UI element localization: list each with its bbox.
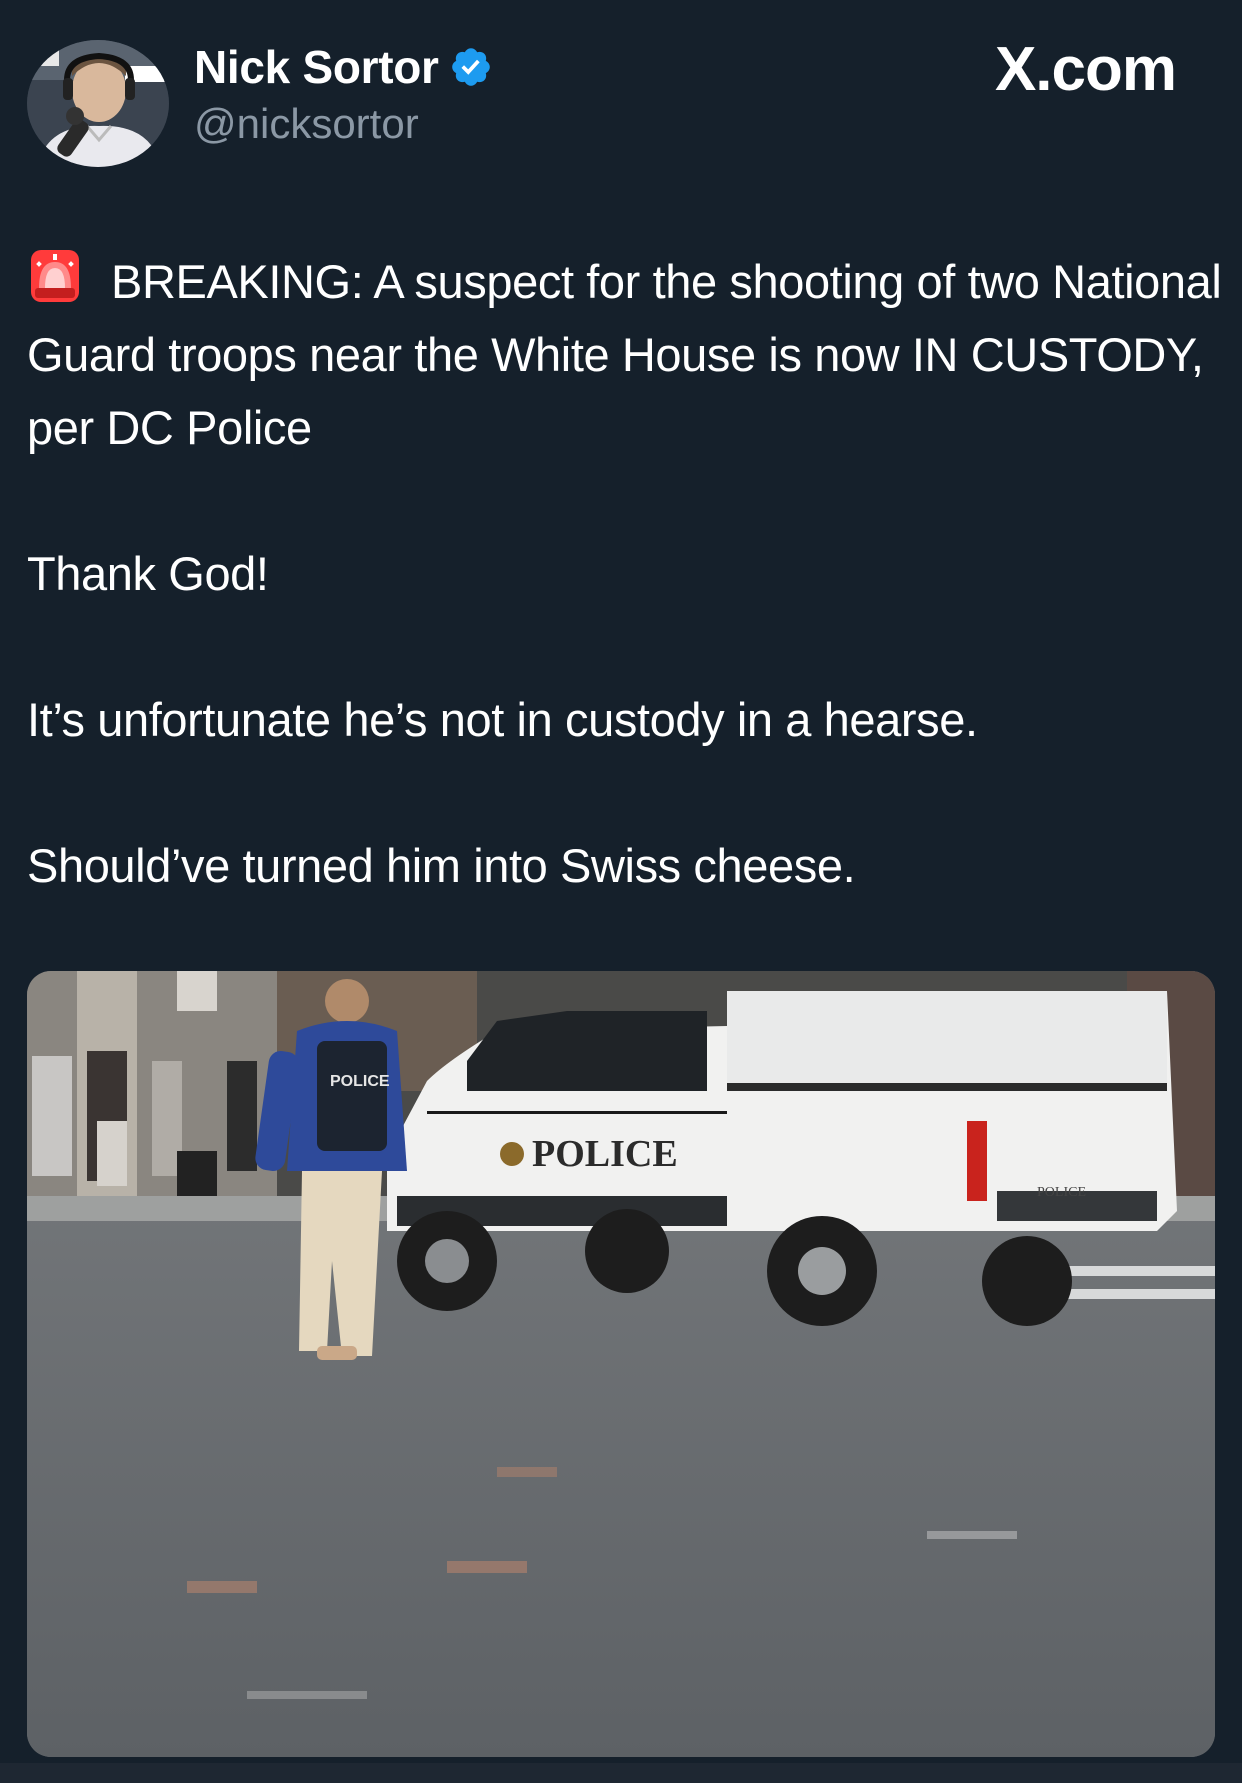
police-truck-scene: POLICE POLICE POLICE [27,971,1215,1757]
tweet-media-image[interactable]: POLICE POLICE POLICE [27,971,1215,1757]
officer-vest-label: POLICE [330,1073,390,1090]
verified-badge-icon [451,48,490,86]
tweet-header: Nick Sortor @nicksortor X.com [0,0,1242,190]
tweet-line-breaking: BREAKING: A suspect for the shooting of … [27,255,1222,454]
tweet-body: BREAKING: A suspect for the shooting of … [27,245,1222,902]
tweet-line-hearse: It’s unfortunate he’s not in custody in … [27,693,978,746]
bottom-divider [0,1763,1242,1783]
author-avatar[interactable] [27,40,169,167]
author-display-name[interactable]: Nick Sortor [194,40,439,94]
author-name-row: Nick Sortor [194,38,493,96]
x-com-brand-label: X.com [994,35,1177,104]
truck-door-label: POLICE [532,1133,678,1175]
tweet-paragraph-breaking: BREAKING: A suspect for the shooting of … [27,245,1222,464]
author-handle[interactable]: @nicksortor [194,100,419,148]
tweet-line-thank-god: Thank God! [27,547,269,600]
tailgate-label: POLICE [1037,1185,1086,1200]
rotating-light-icon [31,250,79,302]
tweet-line-swiss-cheese: Should’ve turned him into Swiss cheese. [27,839,856,892]
